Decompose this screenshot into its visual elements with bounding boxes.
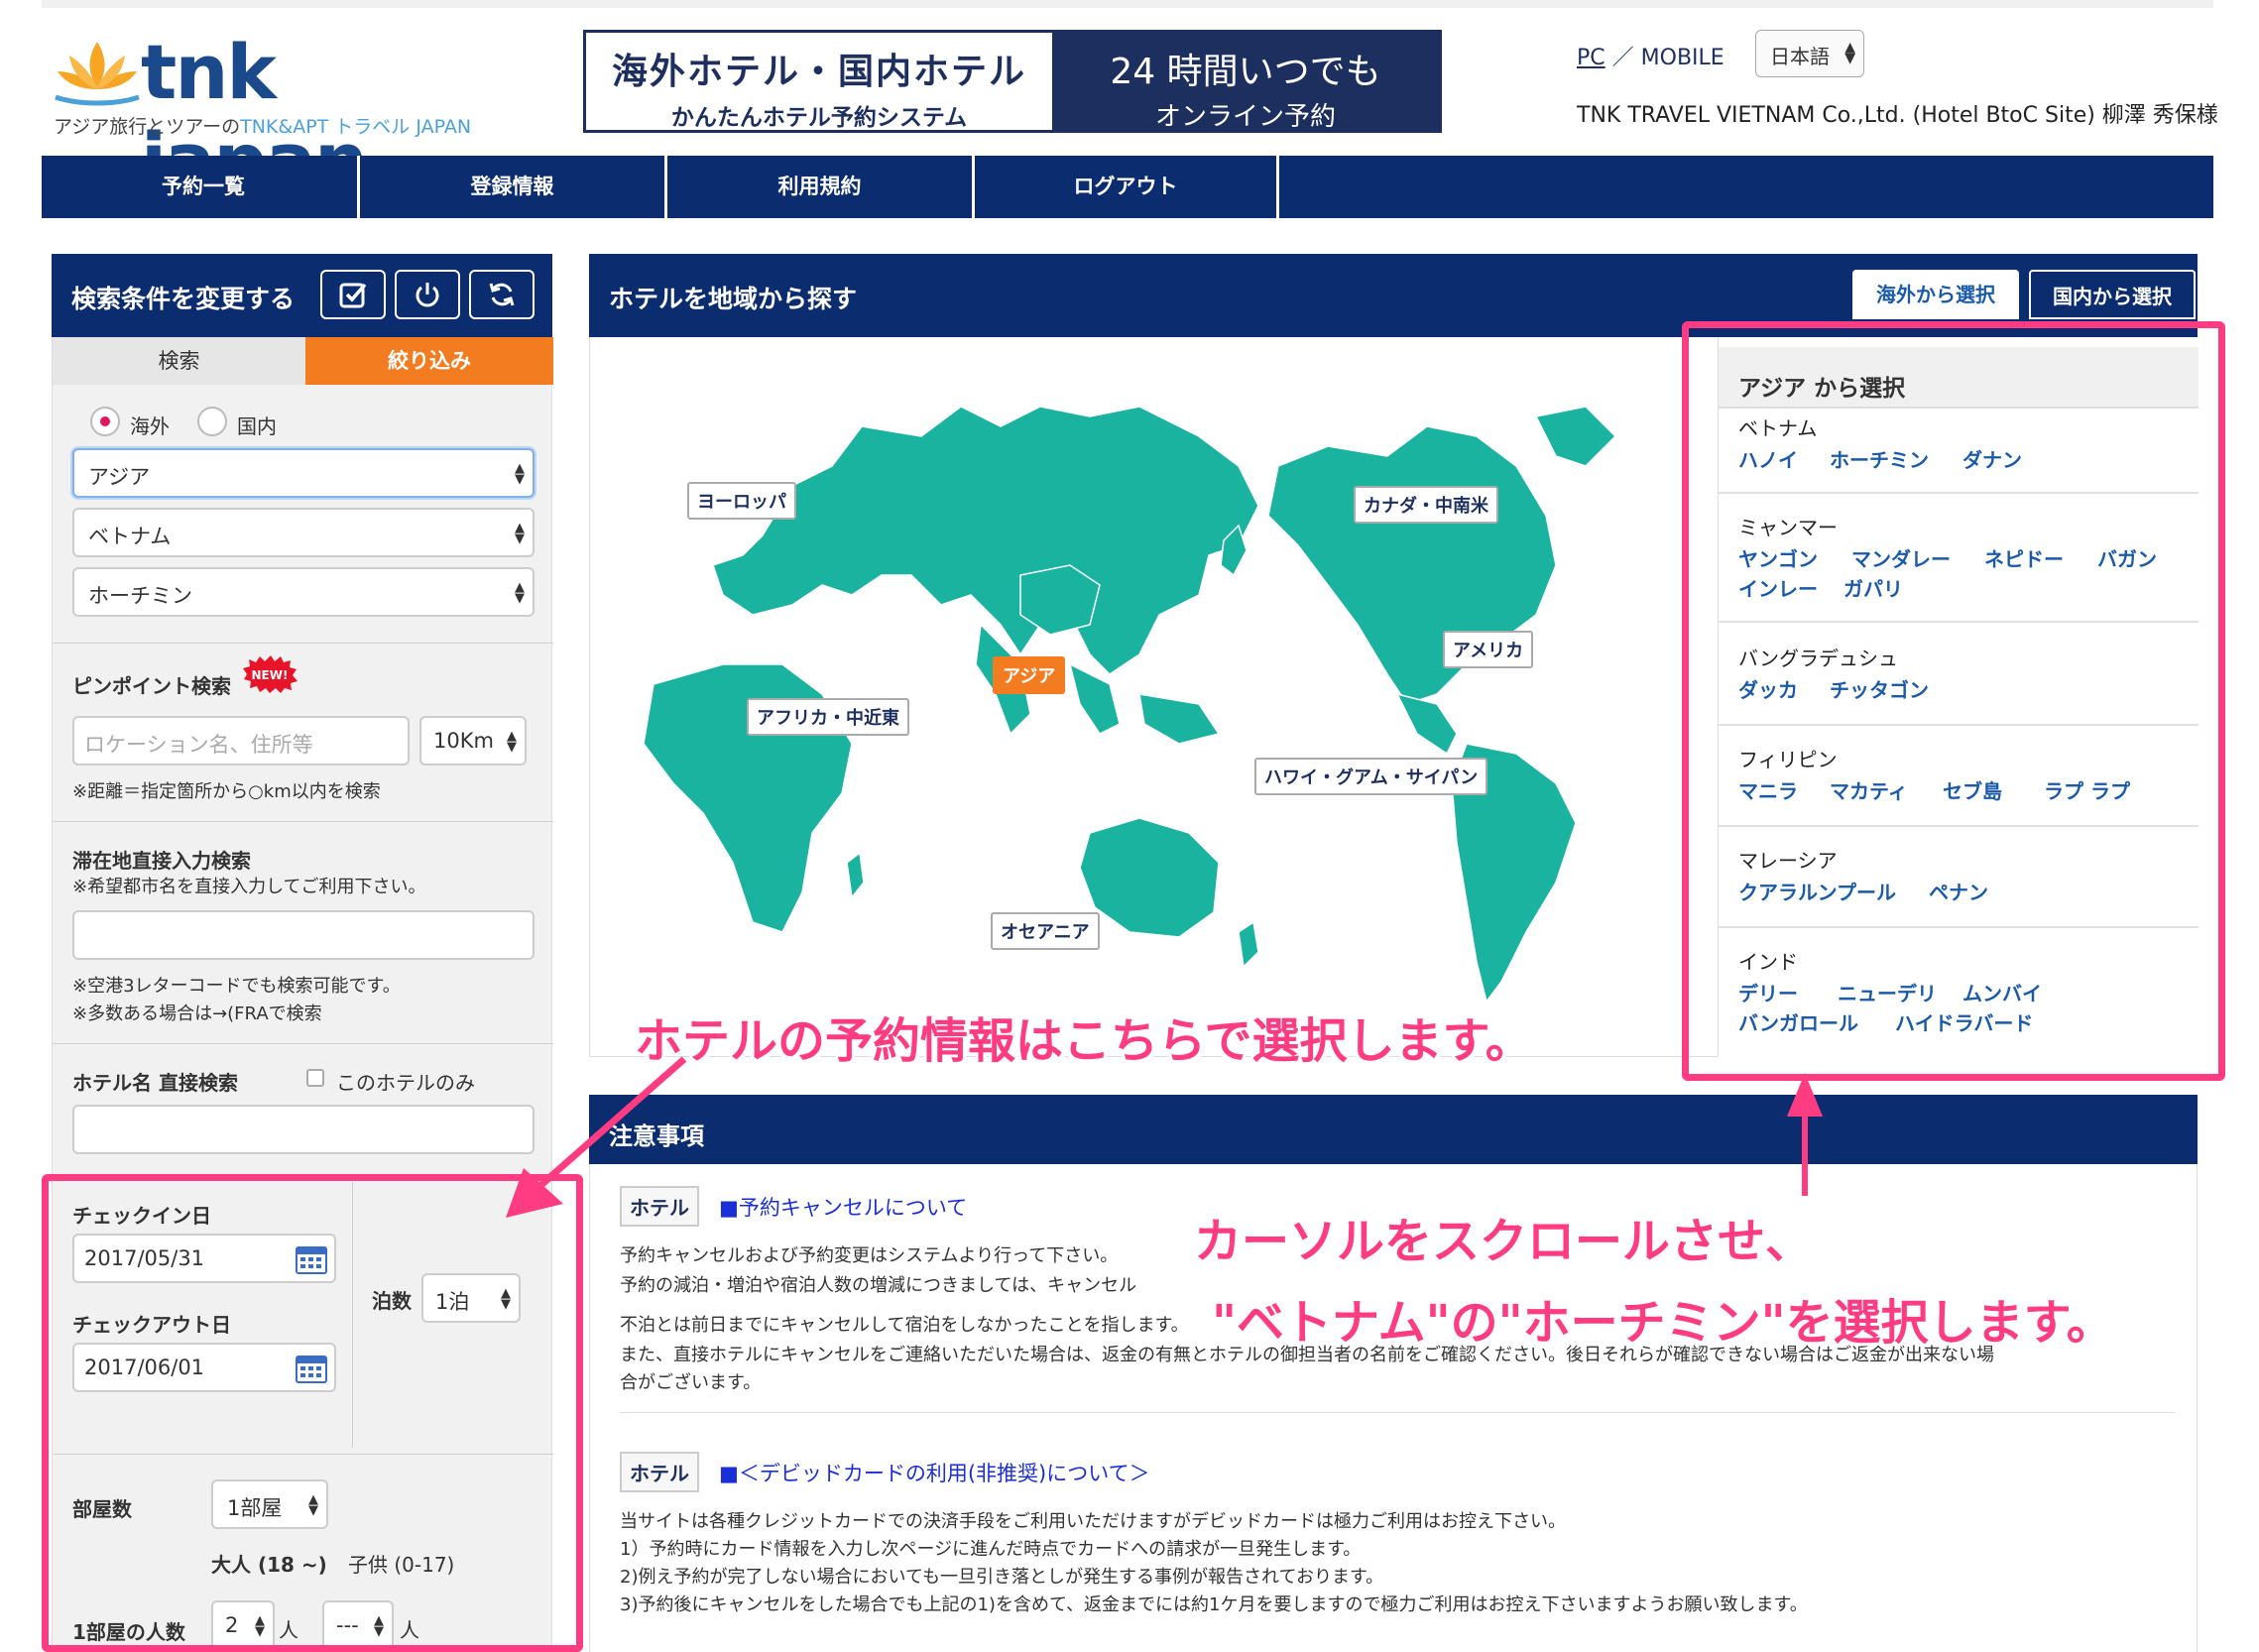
destination-input[interactable] <box>72 910 535 960</box>
direct-input-note: ※希望都市名を直接入力してご利用下さい。 <box>72 877 426 897</box>
language-select[interactable]: 日本語 ▲ ▼ <box>1755 30 1864 77</box>
notice-text: 不泊とは前日までにキャンセルして宿泊をしなかったことを指します。 <box>620 1315 1189 1336</box>
map-nz <box>1238 920 1259 969</box>
notice-text: 3)予約後にキャンセルをした場合でも上記の1)を含めて、返金までには約1ケ月を要… <box>620 1594 1808 1615</box>
nav-terms[interactable]: 利用規約 <box>664 156 972 218</box>
notice-text: 合がございます。 <box>620 1372 762 1393</box>
nav-logout[interactable]: ログアウト <box>972 156 1279 218</box>
notices-header: 注意事項 <box>589 1095 2198 1164</box>
map-panel-title: ホテルを地域から探す <box>609 285 858 313</box>
map-madagascar <box>846 851 865 899</box>
city-select[interactable]: ホーチミン ▲ ▼ <box>72 567 535 617</box>
banner-online: オンライン予約 <box>1154 102 1336 132</box>
divider <box>53 821 553 822</box>
world-map[interactable] <box>604 367 1705 1021</box>
notice-tag: ホテル <box>620 1452 699 1492</box>
airport-code-note: ※空港3レターコードでも検索可能です。 <box>72 976 401 997</box>
hotel-name-label: ホテル名 直接検索 <box>72 1071 238 1095</box>
select-arrows-icon: ▲ ▼ <box>515 580 525 606</box>
check-button[interactable] <box>320 270 386 319</box>
region-europe[interactable]: ヨーロッパ <box>687 482 796 520</box>
logo-tagline: アジア旅行とツアーのTNK&APT トラベル JAPAN <box>54 116 472 138</box>
region-hawaii-guam-saipan[interactable]: ハワイ・グアム・サイパン <box>1254 758 1488 795</box>
notice-text: 1）予約時にカード情報を入力し次ページに進んだ時点でカードへの請求が一旦発生しま… <box>620 1539 1362 1560</box>
radio-domestic-label: 国内 <box>237 414 277 438</box>
svg-text:NEW!: NEW! <box>252 668 289 682</box>
distance-note: ※距離＝指定箇所から○km以内を検索 <box>72 781 381 802</box>
lotus-logo-icon <box>55 42 140 106</box>
main-nav: 予約一覧 登録情報 利用規約 ログアウト <box>42 156 2213 218</box>
site-logo[interactable]: tnk japan アジア旅行とツアーのTNK&APT トラベル JAPAN <box>50 28 486 204</box>
select-arrows-icon: ▲ ▼ <box>515 521 525 546</box>
tab-filter[interactable]: 絞り込み <box>305 337 553 385</box>
region-canada-latam[interactable]: カナダ・中南米 <box>1354 486 1498 524</box>
radio-overseas[interactable] <box>90 407 120 436</box>
divider <box>53 643 553 644</box>
region-oceania[interactable]: オセアニア <box>991 912 1100 950</box>
device-switch: PC ／ MOBILE <box>1577 46 1724 70</box>
location-input[interactable]: ロケーション名、住所等 <box>72 716 410 766</box>
select-arrows-icon: ▲ ▼ <box>1844 40 1855 66</box>
region-select[interactable]: アジア ▲ ▼ <box>72 448 535 498</box>
radio-overseas-label: 海外 <box>130 414 170 438</box>
region-america[interactable]: アメリカ <box>1443 631 1534 668</box>
tab-search[interactable]: 検索 <box>53 337 305 385</box>
select-arrows-icon: ▲ ▼ <box>507 729 517 755</box>
direct-input-label: 滞在地直接入力検索 <box>72 849 251 873</box>
divider <box>620 1412 2175 1413</box>
check-icon <box>339 283 367 308</box>
pinpoint-label: ピンポイント検索 <box>72 674 231 698</box>
distance-select[interactable]: 10Km ▲ ▼ <box>419 716 527 766</box>
nav-registration[interactable]: 登録情報 <box>357 156 664 218</box>
hotel-name-input[interactable] <box>72 1105 535 1154</box>
map-central-america <box>1395 692 1458 756</box>
this-hotel-label: このホテルのみ <box>336 1071 475 1095</box>
annotation-select-hcmc: "ベトナム"の"ホーチミン"を選択します。 <box>1212 1295 2114 1351</box>
banner-24h: 24 時間いつでも <box>1110 52 1381 92</box>
region-asia[interactable]: アジア <box>993 656 1066 694</box>
radio-domestic[interactable] <box>197 407 227 436</box>
mobile-link[interactable]: MOBILE <box>1641 46 1724 70</box>
notice-text: 予約の減泊・増泊や宿泊人数の増減につきましては、キャンセル <box>620 1275 1137 1296</box>
reset-button[interactable] <box>395 270 460 319</box>
promo-banner: 海外ホテル・国内ホテル かんたんホテル予約システム 24 時間いつでも オンライ… <box>583 30 1442 133</box>
select-arrows-icon: ▲ ▼ <box>515 461 525 487</box>
user-company: TNK TRAVEL VIETNAM Co.,Ltd. (Hotel BtoC … <box>1577 103 2218 128</box>
power-icon <box>416 283 439 307</box>
annotation-scroll: カーソルをスクロールさせ、 <box>1194 1214 1814 1269</box>
notice-text: 当サイトは各種クレジットカードでの決済手段をご利用いただけますがデビッドカードは… <box>620 1511 1566 1532</box>
search-panel-title: 検索条件を変更する <box>71 285 296 313</box>
map-greenland <box>1534 406 1617 467</box>
search-panel-header: 検索条件を変更する <box>52 254 552 337</box>
multiple-note: ※多数ある場合は→(FRAで検索 <box>72 1003 322 1024</box>
map-australia <box>1079 817 1220 938</box>
highlight-asia-list <box>1682 321 2225 1081</box>
tab-overseas[interactable]: 海外から選択 <box>1852 270 2019 319</box>
arrow-to-dates-icon <box>506 1056 687 1218</box>
country-select[interactable]: ベトナム ▲ ▼ <box>72 508 535 557</box>
pc-link[interactable]: PC <box>1577 46 1605 70</box>
banner-title: 海外ホテル・国内ホテル <box>611 52 1026 92</box>
refresh-button[interactable] <box>469 270 535 319</box>
nav-reservations[interactable]: 予約一覧 <box>50 156 357 218</box>
notice-cancel-link[interactable]: ■予約キャンセルについて <box>719 1192 967 1222</box>
new-badge-icon: NEW! <box>243 655 297 693</box>
top-border <box>42 0 2213 8</box>
tab-domestic[interactable]: 国内から選択 <box>2029 270 2196 319</box>
annotation-select-here: ホテルの予約情報はこちらで選択します。 <box>635 1013 1533 1069</box>
notice-text: 2)例え予約が完了しない場合においても一旦引き落としが発生する事例が報告されてお… <box>620 1567 1384 1588</box>
notice-debit-card-link[interactable]: ■＜デビッドカードの利用(非推奨)について＞ <box>719 1458 1150 1487</box>
arrow-to-asia-list-icon <box>1787 1073 1823 1196</box>
refresh-icon <box>489 283 515 306</box>
this-hotel-checkbox[interactable] <box>306 1069 324 1087</box>
region-africa-middle-east[interactable]: アフリカ・中近東 <box>747 698 909 736</box>
banner-subtitle: かんたんホテル予約システム <box>670 105 968 131</box>
